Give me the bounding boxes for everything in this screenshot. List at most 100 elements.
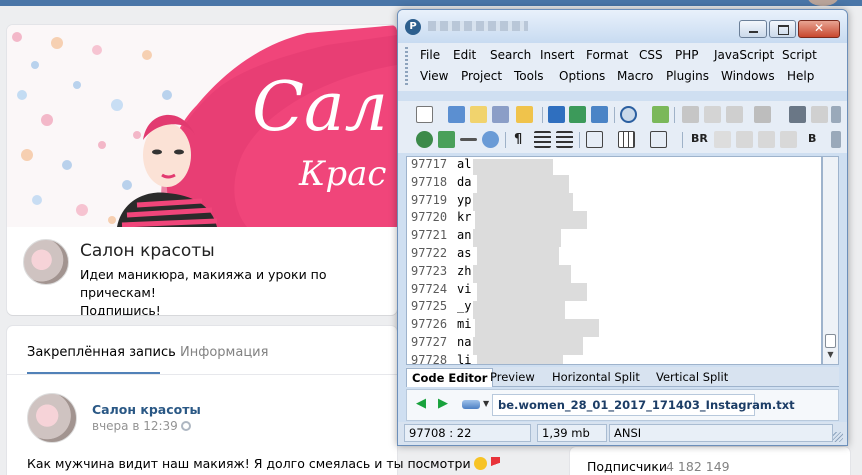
menu-php[interactable]: PHP [675,48,699,62]
back-arrow-icon[interactable]: ◀ [416,397,430,411]
edit-icon[interactable] [470,106,487,123]
tab-pinned-post[interactable]: Закреплённая запись [27,345,176,360]
insert-image-icon[interactable] [438,131,455,148]
tab-code-editor[interactable]: Code Editor [406,368,494,387]
save-icon[interactable] [548,106,565,123]
options-icon[interactable] [811,106,828,123]
tab-horizontal-split[interactable]: Horizontal Split [547,368,645,387]
menu-file[interactable]: File [420,48,440,62]
line-number: 97723 [411,263,448,278]
editor-view-tabs: Code Editor Preview Horizontal Split Ver… [406,367,839,387]
navigation-bar: ◀ ▶ ▼ be.women_28_01_2017_171403_Instagr… [406,389,839,421]
menu-macro[interactable]: Macro [617,69,653,83]
status-bar: 97708 : 22 1,39 mb ANSI [398,422,847,445]
menu-search[interactable]: Search [490,48,531,62]
cover-illustration: Сал Крас [12,25,397,227]
app-icon[interactable]: P [405,19,421,35]
undo-icon[interactable] [754,106,771,123]
forward-arrow-icon[interactable]: ▶ [438,397,452,411]
horizontal-rule-icon[interactable] [460,138,477,141]
toolbar-overflow-icon[interactable] [831,131,841,148]
open-folder-icon[interactable] [516,106,533,123]
paragraph-icon[interactable]: ¶ [514,132,522,147]
file-path-field[interactable]: be.women_28_01_2017_171403_Instagram.txt [492,394,795,416]
close-button[interactable]: ✕ [798,20,840,38]
tab-vertical-split[interactable]: Vertical Split [651,368,733,387]
new-php-icon[interactable] [492,106,509,123]
menu-grip[interactable] [405,47,408,87]
form-icon[interactable] [650,131,667,148]
minimize-button[interactable] [739,20,767,38]
bold-button[interactable]: B [808,132,816,145]
menu-edit[interactable]: Edit [453,48,476,62]
post-author-link[interactable]: Салон красоты [92,402,201,417]
user-avatar[interactable] [808,0,838,6]
menu-format[interactable]: Format [586,48,628,62]
code-line: 97726 mi [407,317,821,335]
menu-tools[interactable]: Tools [514,69,544,83]
save-as-icon[interactable] [591,106,608,123]
search-icon[interactable] [620,106,637,123]
post-timestamp[interactable]: вчера в 12:39 [92,419,191,433]
save-all-icon[interactable] [569,106,586,123]
browser-preview-icon[interactable] [416,131,433,148]
blurred-region [473,193,573,211]
menu-javascript[interactable]: JavaScript [714,48,774,62]
align-center-icon[interactable] [758,131,775,148]
bullet-list-icon[interactable] [534,131,551,148]
tab-information[interactable]: Информация [180,345,268,360]
maximize-button[interactable] [769,20,796,38]
community-description-line2: Подпишись! [80,303,161,315]
gear-icon[interactable] [180,421,191,431]
vertical-scrollbar[interactable]: ▼ [822,156,839,365]
followers-card[interactable]: Подписчики 4 182 149 [570,447,850,475]
menu-plugins[interactable]: Plugins [666,69,709,83]
toolbar-separator [505,132,506,148]
code-line: 97719 yp [407,192,821,211]
paste-icon[interactable] [726,106,743,123]
new-file-icon[interactable] [416,106,433,123]
numbered-list-icon[interactable] [556,131,573,148]
table-icon[interactable] [618,131,635,148]
menu-help[interactable]: Help [787,69,814,83]
community-avatar[interactable] [23,239,69,285]
resize-grip[interactable] [833,432,843,442]
nbsp-icon[interactable] [714,131,731,148]
toolbar-overflow-icon[interactable] [831,106,841,123]
code-line: 97721 an [407,228,821,246]
menu-insert[interactable]: Insert [540,48,574,62]
copy-icon[interactable] [704,106,721,123]
scroll-down-icon[interactable]: ▼ [825,350,836,359]
line-text: al [457,157,472,171]
scrollbar-thumb[interactable] [825,334,836,348]
binoculars-icon[interactable] [789,106,806,123]
spellcheck-icon[interactable] [652,106,669,123]
menu-css[interactable]: CSS [639,48,663,62]
toolbar-separator [682,132,683,148]
drive-icon[interactable] [462,400,480,409]
align-left-icon[interactable] [736,131,753,148]
menu-options[interactable]: Options [559,69,605,83]
heading-icon[interactable] [586,131,603,148]
post-author-avatar[interactable] [27,393,77,443]
blurred-region [477,283,587,301]
menu-project[interactable]: Project [461,69,502,83]
code-editor[interactable]: 97717 al 97718 da 97719 yp 97720 kr 97721 an … [406,156,822,365]
cut-icon[interactable] [682,106,699,123]
blurred-region [473,337,583,355]
editor-titlebar[interactable]: P ✕ [398,10,847,43]
menu-script[interactable]: Script [782,48,817,62]
chevron-down-icon[interactable]: ▼ [483,399,489,408]
comment-icon[interactable] [482,131,499,148]
menu-view[interactable]: View [420,69,448,83]
line-text: yp [457,192,472,207]
code-line: 97722 as [407,246,821,264]
align-right-icon[interactable] [780,131,797,148]
line-number: 97721 [411,228,448,243]
tab-preview[interactable]: Preview [485,368,540,387]
new-html-icon[interactable] [448,106,465,123]
code-line: 97720 kr [407,210,821,228]
menu-windows[interactable]: Windows [721,69,775,83]
toolbar-separator [614,107,615,123]
line-break-button[interactable]: BR [691,132,708,145]
